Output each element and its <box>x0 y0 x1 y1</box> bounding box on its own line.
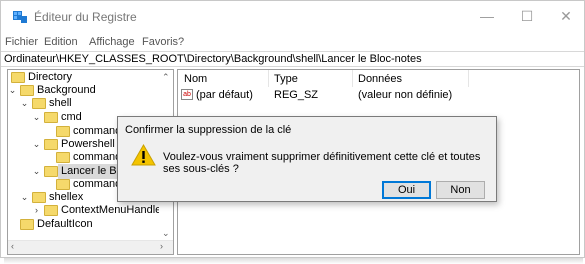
chevron-right-icon[interactable]: › <box>32 204 41 217</box>
tree-item-label: cmd <box>61 111 82 123</box>
menu-affichage[interactable]: Affichage <box>89 36 135 48</box>
confirm-delete-dialog: Confirmer la suppression de la clé Voule… <box>117 116 497 202</box>
window-shadow <box>4 258 583 264</box>
folder-icon <box>44 112 58 123</box>
no-button[interactable]: Non <box>436 181 485 199</box>
folder-icon <box>44 166 58 177</box>
registry-app-icon <box>13 11 27 23</box>
minimize-button[interactable]: — <box>467 1 507 32</box>
folder-icon <box>20 219 34 230</box>
chevron-down-icon[interactable]: ⌄ <box>20 97 29 110</box>
folder-icon <box>32 98 46 109</box>
menu-edition[interactable]: Edition <box>44 36 78 48</box>
column-separator[interactable] <box>268 70 269 87</box>
title-bar: Éditeur du Registre — ☐ ✕ <box>1 1 584 32</box>
tree-item-label: command <box>73 178 122 190</box>
close-button[interactable]: ✕ <box>546 1 585 32</box>
maximize-button[interactable]: ☐ <box>507 1 547 32</box>
scroll-up-icon[interactable]: ⌃ <box>162 72 170 83</box>
menu-bar: Fichier Edition Affichage Favoris ? <box>1 33 584 51</box>
folder-icon <box>44 205 58 216</box>
tree-item-label: Directory <box>28 71 73 83</box>
column-header-donnees[interactable]: Données <box>358 73 402 85</box>
column-header-nom[interactable]: Nom <box>184 73 207 85</box>
scroll-right-icon[interactable]: › <box>160 241 163 251</box>
address-bar[interactable]: Ordinateur\HKEY_CLASSES_ROOT\Directory\B… <box>1 51 584 67</box>
dialog-title: Confirmer la suppression de la clé <box>125 124 292 136</box>
folder-icon <box>56 126 70 137</box>
tree-item-label: command <box>73 125 122 137</box>
column-separator[interactable] <box>468 70 469 87</box>
column-separator[interactable] <box>352 70 353 87</box>
folder-icon <box>56 152 70 163</box>
chevron-down-icon[interactable]: ⌄ <box>8 84 17 97</box>
value-name[interactable]: (par défaut) <box>196 89 253 101</box>
column-header-type[interactable]: Type <box>274 73 298 85</box>
value-data: (valeur non définie) <box>358 89 453 101</box>
tree-item-label: command <box>73 151 122 163</box>
chevron-down-icon[interactable]: ⌄ <box>32 111 41 124</box>
menu-favoris[interactable]: Favoris <box>142 36 178 48</box>
menu-help[interactable]: ? <box>178 36 184 48</box>
warning-icon <box>131 144 156 166</box>
dialog-message: Voulez-vous vraiment supprimer définitiv… <box>163 151 481 175</box>
folder-icon <box>32 192 46 203</box>
chevron-down-icon[interactable]: ⌄ <box>32 165 41 178</box>
tree-item-label: ContextMenuHandlers <box>61 204 171 216</box>
tree-item-label: DefaultIcon <box>37 218 93 230</box>
tree-item-label: Background <box>37 84 96 96</box>
folder-icon <box>11 72 25 83</box>
value-type: REG_SZ <box>274 89 319 101</box>
folder-icon <box>56 179 70 190</box>
tree-item-label: Powershell <box>61 138 115 150</box>
chevron-down-icon[interactable]: ⌄ <box>32 138 41 151</box>
folder-icon <box>20 85 34 96</box>
menu-fichier[interactable]: Fichier <box>5 36 38 48</box>
string-value-icon: ab <box>181 89 193 100</box>
window-title: Éditeur du Registre <box>34 10 137 24</box>
chevron-down-icon[interactable]: ⌄ <box>20 191 29 204</box>
scroll-down-icon[interactable]: ⌄ <box>162 228 170 239</box>
tree-item-label: shellex <box>49 191 84 203</box>
tree-item-label: shell <box>49 97 72 109</box>
folder-icon <box>44 139 58 150</box>
tree-horizontal-scrollbar[interactable]: ‹ › <box>8 240 173 254</box>
yes-button[interactable]: Oui <box>382 181 431 199</box>
scroll-left-icon[interactable]: ‹ <box>11 241 14 251</box>
